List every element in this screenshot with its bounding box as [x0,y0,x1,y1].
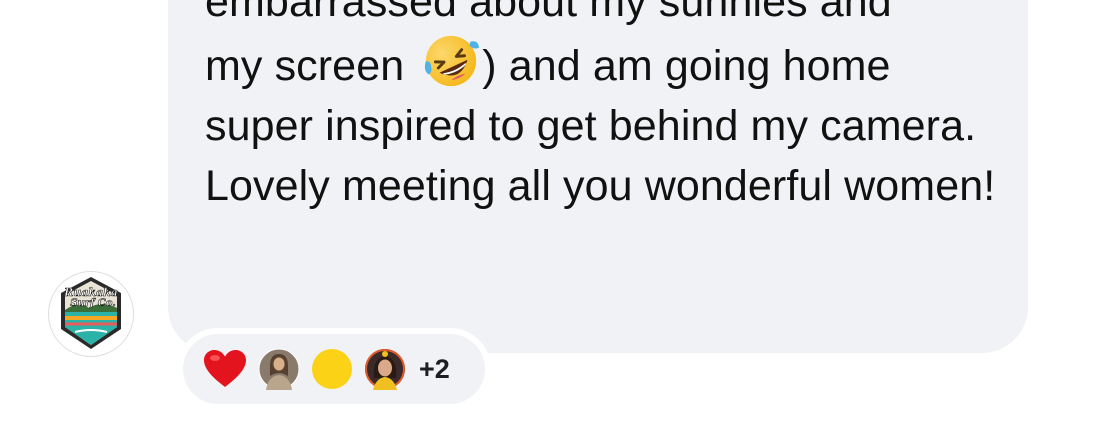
reactions-bar[interactable]: +2 [183,334,485,404]
ruakaka-surf-co-logo-icon: Ruakaka Surf Co. [61,277,121,349]
comment-thread: embarrassed about my sunnies and my scre… [0,0,1094,422]
reaction-extra-count: +2 [419,353,450,384]
sender-avatar[interactable]: Ruakaka Surf Co. [48,271,134,357]
text-before-emoji: my screen [205,42,417,90]
message-paragraph-2: Lovely meeting all you wonderful women! [205,162,996,210]
rolling-laughing-emoji-icon [425,35,480,87]
heart-reaction-icon [203,349,247,389]
svg-text:Surf Co.: Surf Co. [70,298,115,309]
reactor-avatar-1 [258,348,300,390]
message-paragraph-1: my screen ) and am going home super insp… [205,32,1005,156]
yellow-dot-reaction [311,348,353,390]
message-text: embarrassed about my sunnies and my scre… [205,0,1005,216]
message-partial-line: embarrassed about my sunnies and [205,0,892,26]
reactor-avatar-2 [364,348,406,390]
